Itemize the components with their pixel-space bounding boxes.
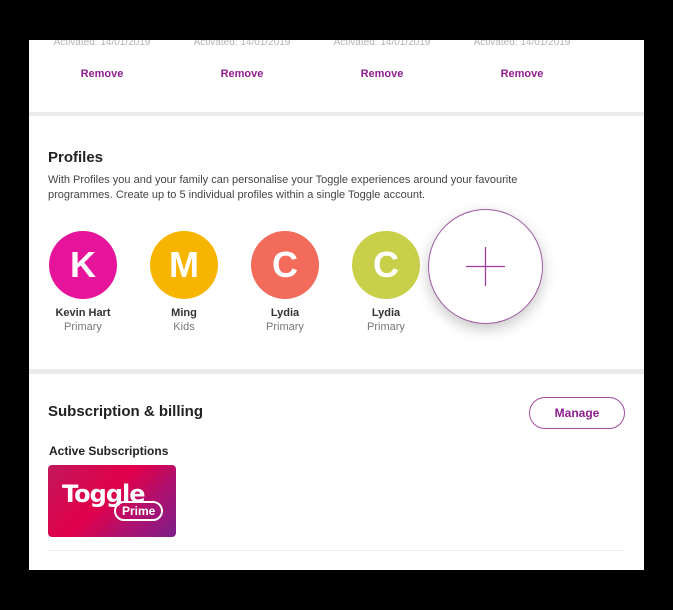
subscription-title: Subscription & billing <box>48 403 203 420</box>
profile-name: Lydia <box>270 307 300 319</box>
profile-type: Primary <box>367 321 405 333</box>
profile-type: Primary <box>64 321 102 333</box>
device-activated-date: Activated: 14/01/2019 <box>53 40 151 48</box>
avatar: C <box>352 231 420 299</box>
profile-item[interactable]: C Lydia Primary <box>341 231 431 333</box>
profiles-section: Profiles With Profiles you and your fami… <box>29 116 644 369</box>
active-subscriptions-label: Active Subscriptions <box>49 444 169 458</box>
plus-icon <box>466 247 505 286</box>
remove-device-button[interactable]: Remove <box>472 68 572 80</box>
add-profile-button[interactable] <box>428 209 543 324</box>
profile-item[interactable]: C Lydia Primary <box>240 231 330 333</box>
avatar: M <box>150 231 218 299</box>
remove-device-button[interactable]: Remove <box>52 68 152 80</box>
profile-name: Lydia <box>371 307 401 319</box>
manage-button[interactable]: Manage <box>529 397 625 429</box>
account-panel: Activated: 14/01/2019 Remove Activated: … <box>29 40 644 570</box>
device-activated-date: Activated: 14/01/2019 <box>193 40 291 48</box>
tile-tier: Prime <box>114 501 164 521</box>
profiles-title: Profiles <box>48 149 104 166</box>
profile-name: Kevin Hart <box>55 307 111 319</box>
subscription-section: Subscription & billing Manage Active Sub… <box>29 374 644 570</box>
profile-item[interactable]: K Kevin Hart Primary <box>38 231 128 333</box>
profile-item[interactable]: M Ming Kids <box>139 231 229 333</box>
remove-device-button[interactable]: Remove <box>332 68 432 80</box>
device-activated-date: Activated: 14/01/2019 <box>473 40 571 48</box>
profile-type: Kids <box>173 321 195 333</box>
remove-device-button[interactable]: Remove <box>192 68 292 80</box>
divider <box>48 550 623 551</box>
devices-section: Activated: 14/01/2019 Remove Activated: … <box>29 40 644 112</box>
avatar: C <box>251 231 319 299</box>
profile-type: Primary <box>266 321 304 333</box>
toggle-prime-tile[interactable]: Toggle Prime <box>48 465 176 537</box>
device-activated-date: Activated: 14/01/2019 <box>333 40 431 48</box>
profiles-description: With Profiles you and your family can pe… <box>48 174 518 201</box>
avatar: K <box>49 231 117 299</box>
profile-name: Ming <box>171 307 197 319</box>
